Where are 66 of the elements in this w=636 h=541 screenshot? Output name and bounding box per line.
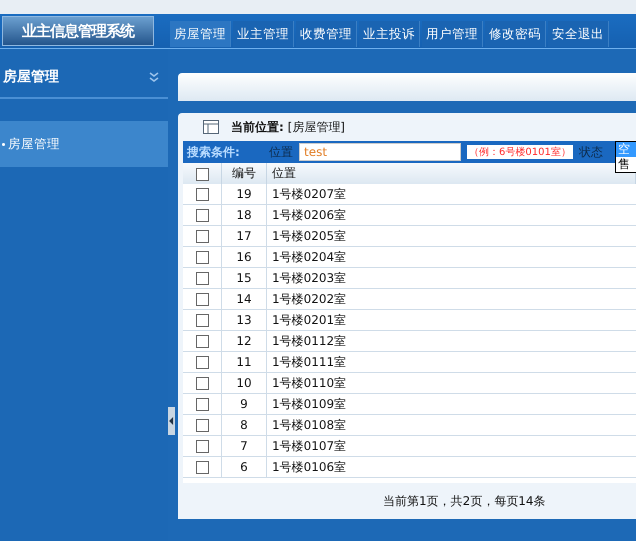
app-logo: 业主信息管理系统: [2, 16, 154, 46]
field-label: 位置: [269, 144, 293, 160]
table-cell: 1号楼0108室: [266, 414, 636, 436]
row-checkbox[interactable]: [196, 461, 208, 474]
table-cell: 1号楼0207室: [266, 184, 636, 204]
table-icon: [203, 120, 219, 134]
table-cell: 17: [222, 226, 266, 246]
table-cell: 14: [222, 288, 266, 310]
field-label: 状态: [578, 144, 603, 160]
nav-tab[interactable]: 用户管理: [422, 21, 483, 47]
table-cell: 1号楼0204室: [266, 246, 636, 268]
nav-tab[interactable]: 业主管理: [233, 21, 294, 47]
table-cell: 6: [222, 456, 266, 478]
table-cell: 1号楼0111室: [266, 352, 636, 372]
table-cell: 1号楼0201室: [266, 310, 636, 330]
nav-tab[interactable]: 安全退出: [548, 21, 609, 47]
dropdown-option[interactable]: 售: [616, 157, 636, 172]
table-cell: 1号楼0206室: [266, 204, 636, 226]
status-dropdown-list[interactable]: 空 售: [615, 141, 636, 173]
row-checkbox[interactable]: [196, 188, 208, 202]
table-cell: 7: [222, 436, 266, 456]
table-cell: 1号楼0106室: [266, 456, 636, 478]
select-all-checkbox[interactable]: [196, 168, 208, 181]
row-checkbox[interactable]: [196, 230, 208, 244]
nav-tab[interactable]: 收费管理: [296, 21, 357, 47]
table-cell: 13: [222, 310, 266, 330]
table-cell: 10: [222, 372, 266, 394]
table-cell: 19: [222, 184, 266, 204]
row-checkbox[interactable]: [196, 419, 208, 432]
chevron-down-icon[interactable]: [148, 71, 160, 83]
table-cell: 1号楼0205室: [266, 226, 636, 246]
column-header: 编号: [222, 163, 266, 184]
row-checkbox[interactable]: [196, 356, 208, 370]
nav-tab[interactable]: 业主投诉: [359, 21, 420, 47]
row-checkbox[interactable]: [196, 251, 208, 264]
sidebar-title: 房屋管理: [3, 68, 59, 86]
row-checkbox[interactable]: [196, 440, 208, 454]
nav-tab[interactable]: 房屋管理: [170, 21, 231, 47]
row-checkbox[interactable]: [196, 209, 208, 222]
row-checkbox[interactable]: [196, 377, 208, 390]
table-cell: 1号楼0110室: [266, 372, 636, 394]
sidebar-item[interactable]: 房屋管理: [0, 121, 168, 167]
table-cell: 1号楼0202室: [266, 288, 636, 310]
row-checkbox[interactable]: [196, 314, 208, 328]
row-checkbox[interactable]: [196, 272, 208, 286]
nav-tab[interactable]: 修改密码: [485, 21, 546, 47]
row-checkbox[interactable]: [196, 335, 208, 348]
bullet-icon: [2, 142, 5, 146]
table-cell: 8: [222, 414, 266, 436]
table-cell: 1号楼0109室: [266, 394, 636, 414]
table-cell: 11: [222, 352, 266, 372]
table-cell: 12: [222, 330, 266, 352]
table-cell: 1号楼0107室: [266, 436, 636, 456]
pagination-text: 当前第1页，共2页，每页14条: [383, 492, 546, 510]
row-checkbox[interactable]: [196, 398, 208, 412]
search-title: 搜索条件:: [186, 144, 241, 160]
row-checkbox[interactable]: [196, 293, 208, 306]
table-cell: 9: [222, 394, 266, 414]
collapse-handle[interactable]: [168, 407, 175, 435]
table-cell: 16: [222, 246, 266, 268]
table-cell: 1号楼0203室: [266, 268, 636, 288]
table-cell: 1号楼0112室: [266, 330, 636, 352]
hint-text: （例：6号楼0101室）: [467, 145, 573, 159]
table-cell: 18: [222, 204, 266, 226]
breadcrumb: 当前位置: [房屋管理]: [231, 118, 345, 136]
table-cell: 15: [222, 268, 266, 288]
